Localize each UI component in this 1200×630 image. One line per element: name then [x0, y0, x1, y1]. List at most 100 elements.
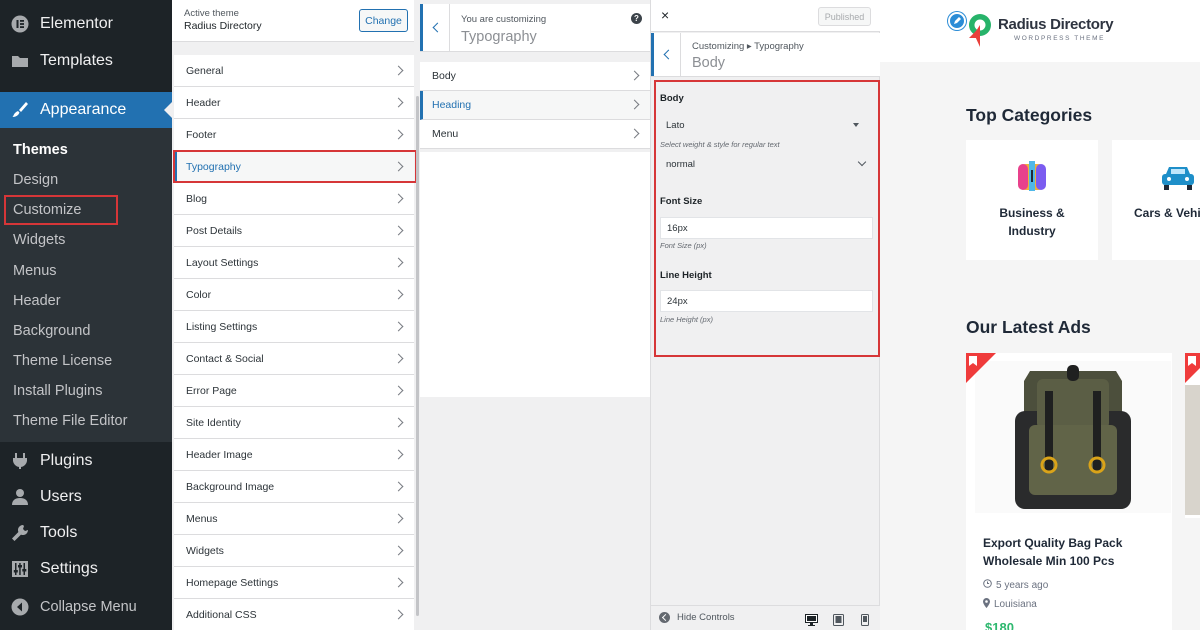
active-theme-label: Active theme [184, 8, 239, 19]
submenu-customize[interactable]: Customize [0, 202, 172, 218]
panel-item-label: Post Details [186, 224, 243, 237]
ad-location-text: Louisiana [994, 599, 1037, 610]
active-theme-name: Radius Directory [184, 20, 262, 32]
panel-item-typography[interactable]: Typography [174, 151, 414, 183]
edit-shortcut-pencil-icon[interactable] [948, 12, 966, 30]
submenu-widgets[interactable]: Widgets [0, 232, 172, 248]
ad-title[interactable]: Export Quality Bag Pack Wholesale Min 10… [983, 534, 1163, 570]
panel-item-header-image[interactable]: Header Image [174, 439, 414, 471]
help-icon[interactable]: ? [631, 13, 642, 24]
back-button[interactable] [420, 4, 450, 51]
panel-item-background-image[interactable]: Background Image [174, 471, 414, 503]
panel-item-label: Homepage Settings [186, 576, 279, 589]
panel-item-blog[interactable]: Blog [174, 183, 414, 215]
section-item-label: Body [432, 70, 456, 82]
ad-card[interactable]: Export Quality Bag Pack Wholesale Min 10… [966, 353, 1172, 630]
submenu-background[interactable]: Background [0, 323, 172, 339]
desktop-preview-icon[interactable] [805, 613, 818, 630]
chevron-right-icon [393, 609, 404, 619]
collapse-arrow-icon [659, 612, 670, 623]
section-item-menu[interactable]: Menu [420, 120, 650, 149]
menu-label: Settings [40, 560, 98, 577]
chevron-right-icon [393, 353, 404, 363]
chevron-right-icon [393, 97, 404, 107]
panel-item-post-details[interactable]: Post Details [174, 215, 414, 247]
menu-templates[interactable]: Templates [0, 46, 172, 76]
menu-appearance[interactable]: Appearance [0, 92, 172, 128]
settings-sliders-icon [10, 559, 30, 579]
panel-scrollbar[interactable] [416, 96, 419, 616]
collapse-menu-button[interactable]: Collapse Menu [0, 592, 172, 622]
body-label: Body [660, 93, 684, 104]
tablet-preview-icon[interactable] [833, 613, 844, 630]
published-button[interactable]: Published [818, 7, 871, 26]
section-item-body[interactable]: Body [420, 62, 650, 91]
submenu-theme-file-editor[interactable]: Theme File Editor [0, 413, 172, 429]
panel-item-widgets[interactable]: Widgets [174, 535, 414, 567]
panel-item-layout-settings[interactable]: Layout Settings [174, 247, 414, 279]
menu-plugins[interactable]: Plugins [0, 446, 172, 476]
submenu-theme-license[interactable]: Theme License [0, 353, 172, 369]
menu-label: Elementor [40, 15, 113, 32]
category-card-cars[interactable]: Cars & Vehi [1112, 140, 1200, 260]
panel-item-contact-social[interactable]: Contact & Social [174, 343, 414, 375]
panel-item-additional-css[interactable]: Additional CSS [174, 599, 414, 630]
panel-item-homepage-settings[interactable]: Homepage Settings [174, 567, 414, 599]
plugin-icon [10, 451, 30, 471]
panel-item-footer[interactable]: Footer [174, 119, 414, 151]
chevron-right-icon [393, 225, 404, 235]
caret-down-icon [853, 123, 859, 130]
chevron-right-icon [393, 513, 404, 523]
back-button[interactable] [651, 33, 681, 76]
submenu-install-plugins[interactable]: Install Plugins [0, 383, 172, 399]
panel-item-color[interactable]: Color [174, 279, 414, 311]
menu-label: Plugins [40, 452, 93, 469]
brand-name[interactable]: Radius Directory [998, 16, 1114, 33]
panel-item-error-page[interactable]: Error Page [174, 375, 414, 407]
top-categories-heading: Top Categories [966, 105, 1093, 125]
panel-item-label: Additional CSS [186, 608, 257, 621]
submenu-design[interactable]: Design [0, 172, 172, 188]
panel-item-label: Menus [186, 512, 218, 525]
font-size-input[interactable]: 16px [660, 217, 873, 239]
close-customizer-button[interactable]: × [661, 8, 669, 22]
site-header: Radius Directory WORDPRESS THEME [880, 0, 1200, 62]
panel-item-listing-settings[interactable]: Listing Settings [174, 311, 414, 343]
ad-image-partial [1185, 385, 1200, 515]
change-theme-button[interactable]: Change [359, 9, 408, 32]
submenu-themes[interactable]: Themes [0, 142, 172, 158]
section-item-heading[interactable]: Heading [420, 91, 650, 120]
panel-item-label: Header Image [186, 448, 253, 461]
chevron-right-icon [393, 193, 404, 203]
panel-item-site-identity[interactable]: Site Identity [174, 407, 414, 439]
menu-elementor[interactable]: Elementor [0, 9, 172, 39]
font-family-value: Lato [666, 119, 685, 131]
briefcase-icon [1015, 160, 1049, 199]
panel-item-menus[interactable]: Menus [174, 503, 414, 535]
submenu-menus[interactable]: Menus [0, 263, 172, 279]
line-height-input[interactable]: 24px [660, 290, 873, 312]
menu-users[interactable]: Users [0, 482, 172, 512]
font-family-select[interactable]: Lato [660, 114, 873, 136]
section-item-label: Menu [432, 128, 459, 140]
hide-controls-button[interactable]: Hide Controls [659, 612, 735, 623]
category-label-line: Business & [999, 206, 1065, 220]
panel-item-general[interactable]: General [174, 55, 414, 87]
category-label: Business & Industry [966, 204, 1098, 240]
font-weight-select[interactable]: normal [660, 153, 873, 175]
car-icon [1160, 164, 1196, 197]
mobile-preview-icon[interactable] [861, 613, 869, 630]
panel-item-header[interactable]: Header [174, 87, 414, 119]
submenu-header[interactable]: Header [0, 293, 172, 309]
clock-icon [983, 579, 992, 591]
panel-item-label: General [186, 64, 224, 77]
menu-settings[interactable]: Settings [0, 554, 172, 584]
category-card-business[interactable]: Business & Industry [966, 140, 1098, 260]
brand-tagline: WORDPRESS THEME [1014, 35, 1106, 42]
menu-tools[interactable]: Tools [0, 518, 172, 548]
ad-title-line: Wholesale Min 100 Pcs [983, 554, 1115, 568]
panel-item-label: Footer [186, 128, 217, 141]
section-header-caption: You are customizing [461, 14, 547, 25]
ad-card-partial[interactable] [1185, 353, 1200, 518]
panel-item-label: Widgets [186, 544, 224, 557]
